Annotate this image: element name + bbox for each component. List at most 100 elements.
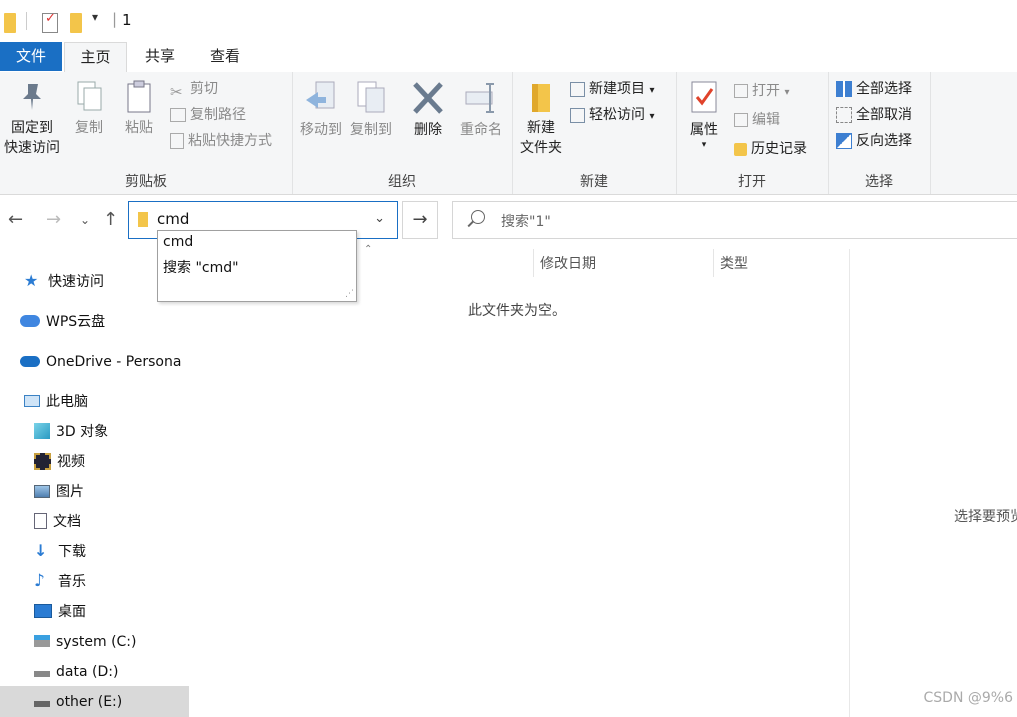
edit-icon — [734, 113, 748, 127]
delete-button[interactable]: 删除 — [404, 80, 452, 140]
nav-item-drive-c[interactable]: system (C:) — [34, 628, 136, 656]
picture-icon — [34, 484, 50, 498]
nav-item-wps-cloud[interactable]: WPS云盘 — [20, 308, 105, 336]
nav-item-documents[interactable]: 文档 — [34, 508, 81, 536]
new-folder-quick-icon[interactable] — [70, 13, 82, 33]
select-all-button[interactable]: 全部选择 — [836, 78, 912, 100]
paste-button[interactable]: 粘贴 — [116, 80, 162, 138]
nav-item-desktop[interactable]: 桌面 — [34, 598, 86, 626]
tab-view[interactable]: 查看 — [194, 42, 256, 71]
copy-button[interactable]: 复制 — [68, 80, 110, 138]
cube-3d-icon — [34, 423, 50, 439]
paste-label: 粘贴 — [125, 120, 153, 136]
search-box[interactable]: 搜索"1" — [452, 201, 1017, 239]
forward-arrow-icon[interactable]: → — [46, 209, 61, 230]
organize-group: 移动到 复制到 删除 重命名 组织 — [292, 72, 513, 194]
nav-label: 音乐 — [58, 574, 86, 590]
address-input[interactable] — [157, 210, 357, 228]
invert-selection-button[interactable]: 反向选择 — [836, 130, 912, 152]
delete-x-icon — [411, 80, 445, 116]
back-arrow-icon[interactable]: ← — [8, 209, 23, 230]
resize-grip-icon[interactable]: ⋰ — [345, 290, 354, 299]
up-arrow-icon[interactable]: ↑ — [103, 209, 118, 230]
open-button[interactable]: 打开 ▾ — [734, 80, 789, 102]
pin-label-1: 固定到 — [11, 120, 53, 136]
move-to-label: 移动到 — [300, 122, 342, 138]
nav-item-drive-e[interactable]: other (E:) — [34, 688, 122, 716]
address-dropdown-chevron-icon[interactable]: ⌄ — [374, 211, 385, 226]
nav-label: data (D:) — [56, 664, 119, 680]
nav-label: 视频 — [57, 454, 85, 470]
nav-item-onedrive[interactable]: OneDrive - Persona — [20, 348, 181, 376]
go-arrow-icon[interactable]: → — [402, 201, 438, 239]
nav-item-3d-objects[interactable]: 3D 对象 — [34, 418, 108, 446]
pin-quick-access-button[interactable]: 固定到 快速访问 — [2, 80, 62, 158]
nav-item-quick-access[interactable]: ★ 快速访问 — [24, 268, 104, 296]
properties-label: 属性 — [690, 122, 718, 138]
copy-path-button[interactable]: 复制路径 — [170, 104, 246, 126]
copy-path-label: 复制路径 — [190, 107, 246, 123]
column-header-type[interactable]: 类型 — [720, 253, 748, 273]
search-icon-handle — [467, 220, 474, 227]
nav-item-music[interactable]: ♪ 音乐 — [34, 568, 86, 596]
history-label: 历史记录 — [751, 141, 807, 157]
new-item-button[interactable]: 新建项目 ▾ — [570, 78, 654, 100]
nav-label: 下载 — [58, 544, 86, 560]
edit-button[interactable]: 编辑 — [734, 109, 780, 131]
download-arrow-icon: ↓ — [34, 541, 48, 560]
move-to-button[interactable]: 移动到 — [296, 80, 346, 140]
nav-label: WPS云盘 — [46, 314, 106, 330]
paste-shortcut-label: 粘贴快捷方式 — [188, 133, 272, 149]
nav-label: system (C:) — [56, 634, 137, 650]
nav-item-this-pc[interactable]: 此电脑 — [24, 388, 88, 416]
nav-item-videos[interactable]: 视频 — [34, 448, 85, 476]
preview-pane-divider[interactable] — [849, 249, 850, 717]
clipboard-group-label: 剪贴板 — [125, 174, 167, 190]
easy-access-label: 轻松访问 — [589, 107, 645, 123]
cut-label: 剪切 — [190, 81, 218, 97]
autocomplete-item-cmd[interactable]: cmd — [163, 234, 193, 250]
select-group-label: 选择 — [865, 174, 893, 190]
clipboard-group: 固定到 快速访问 复制 粘贴 ✂ 剪切 复制路径 粘贴快捷方式 剪贴板 — [0, 72, 293, 194]
nav-item-drive-d[interactable]: data (D:) — [34, 658, 118, 686]
nav-item-pictures[interactable]: 图片 — [34, 478, 84, 506]
customize-toolbar-icon[interactable]: ▾ — [92, 10, 98, 30]
new-folder-icon — [526, 80, 556, 114]
history-button[interactable]: 历史记录 — [734, 138, 807, 160]
tab-file[interactable]: 文件 — [0, 42, 62, 71]
music-note-icon: ♪ — [34, 571, 45, 591]
sort-arrow-icon: ⌃ — [364, 244, 373, 255]
nav-label: 文档 — [53, 514, 81, 530]
rename-button[interactable]: 重命名 — [454, 80, 508, 140]
easy-access-button[interactable]: 轻松访问 ▾ — [570, 104, 654, 126]
select-none-label: 全部取消 — [856, 107, 912, 123]
open-icon — [734, 84, 748, 98]
drive-icon — [34, 701, 50, 707]
properties-quick-icon[interactable] — [42, 11, 58, 33]
column-divider[interactable] — [533, 249, 534, 277]
nav-item-downloads[interactable]: ↓ 下载 — [34, 538, 86, 566]
pin-icon — [17, 80, 47, 114]
column-header-modified[interactable]: 修改日期 — [540, 253, 596, 273]
drive-icon — [34, 671, 50, 677]
ribbon-tabs: 文件 主页 共享 查看 — [0, 42, 1017, 73]
rename-icon — [464, 80, 498, 116]
properties-button[interactable]: 属性 ▾ — [682, 80, 726, 150]
copy-to-button[interactable]: 复制到 — [346, 80, 396, 140]
chevron-down-icon: ▾ — [784, 87, 790, 98]
paste-shortcut-button[interactable]: 粘贴快捷方式 — [170, 130, 272, 152]
select-none-button[interactable]: 全部取消 — [836, 104, 912, 126]
tab-home[interactable]: 主页 — [64, 42, 127, 73]
column-divider[interactable] — [713, 249, 714, 277]
delete-label: 删除 — [414, 122, 442, 138]
select-group: 全部选择 全部取消 反向选择 选择 — [828, 72, 931, 194]
recent-locations-chevron-icon[interactable]: ⌄ — [80, 213, 90, 227]
autocomplete-item-search[interactable]: 搜索 "cmd" — [163, 257, 239, 277]
tab-share[interactable]: 共享 — [130, 42, 190, 71]
new-folder-button[interactable]: 新建 文件夹 — [516, 80, 566, 158]
cut-button[interactable]: ✂ 剪切 — [170, 78, 218, 101]
watermark: CSDN @9%6 — [923, 690, 1013, 706]
empty-folder-message: 此文件夹为空。 — [468, 303, 566, 319]
new-folder-label-1: 新建 — [527, 120, 555, 136]
edit-label: 编辑 — [752, 112, 780, 128]
